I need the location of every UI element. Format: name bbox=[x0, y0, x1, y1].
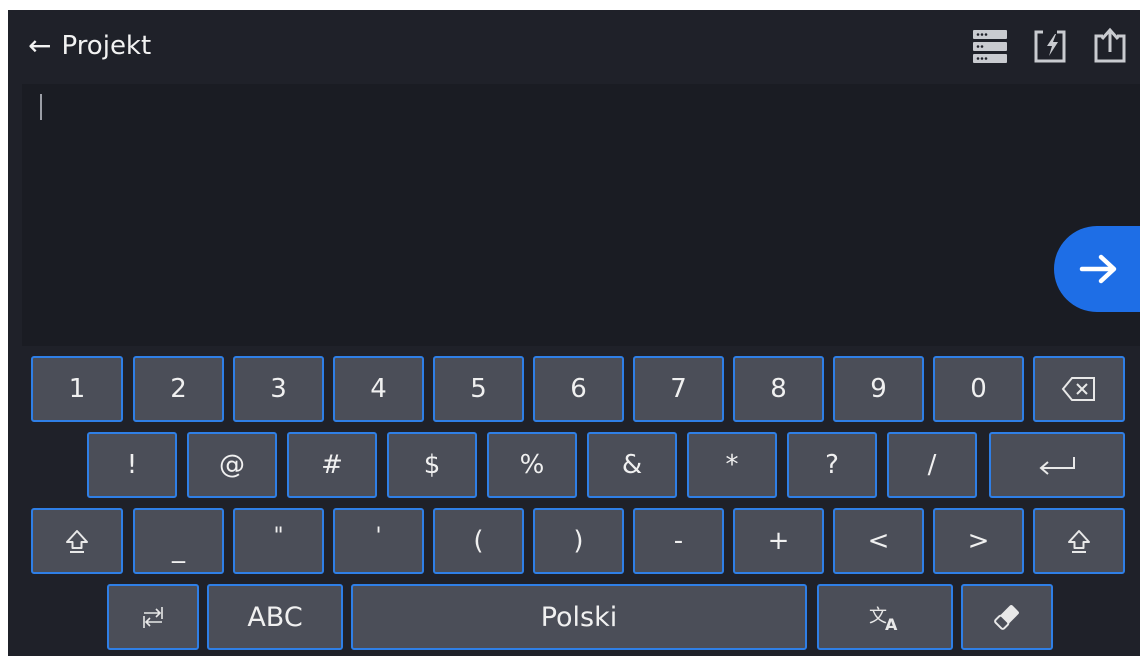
key-at[interactable]: @ bbox=[187, 432, 277, 498]
key-greater-than[interactable]: > bbox=[933, 508, 1024, 574]
back-arrow-icon: ← bbox=[28, 29, 52, 62]
key-6[interactable]: 6 bbox=[533, 356, 624, 422]
eraser-icon bbox=[994, 605, 1019, 630]
svg-text:A: A bbox=[885, 615, 898, 632]
database-list-icon[interactable] bbox=[970, 24, 1010, 68]
key-ampersand[interactable]: & bbox=[587, 432, 677, 498]
key-single-quote[interactable]: ' bbox=[333, 508, 424, 574]
app-screen: ← Projekt 1 2 3 4 5 6 7 8 9 0 ! @ # $ % … bbox=[8, 10, 1140, 656]
header-bar: ← Projekt bbox=[8, 10, 1140, 84]
confirm-arrow-icon bbox=[1079, 254, 1117, 284]
key-question[interactable]: ? bbox=[787, 432, 877, 498]
key-percent[interactable]: % bbox=[487, 432, 577, 498]
key-7[interactable]: 7 bbox=[633, 356, 724, 422]
key-double-quote[interactable]: " bbox=[233, 508, 324, 574]
abc-mode-key[interactable]: ABC bbox=[207, 584, 343, 650]
key-3[interactable]: 3 bbox=[233, 356, 324, 422]
key-hash[interactable]: # bbox=[287, 432, 377, 498]
page-title: Projekt bbox=[61, 31, 152, 61]
enter-icon bbox=[1039, 457, 1075, 475]
back-button[interactable]: ← Projekt bbox=[28, 24, 151, 68]
import-icon[interactable] bbox=[1030, 24, 1070, 68]
shift-key-right[interactable] bbox=[1033, 508, 1125, 574]
on-screen-keyboard: 1 2 3 4 5 6 7 8 9 0 ! @ # $ % & * ? / _ … bbox=[8, 346, 1140, 656]
enter-key[interactable] bbox=[989, 432, 1125, 498]
key-open-paren[interactable]: ( bbox=[433, 508, 524, 574]
key-close-paren[interactable]: ) bbox=[533, 508, 624, 574]
key-5[interactable]: 5 bbox=[433, 356, 524, 422]
language-key[interactable]: Polski bbox=[351, 584, 807, 650]
backspace-icon bbox=[1061, 377, 1095, 401]
key-1[interactable]: 1 bbox=[31, 356, 123, 422]
translate-icon: 文 A bbox=[869, 606, 898, 632]
shift-icon bbox=[66, 530, 88, 553]
export-icon[interactable] bbox=[1090, 24, 1130, 68]
text-cursor bbox=[40, 94, 42, 120]
confirm-button[interactable] bbox=[1054, 226, 1140, 312]
header-actions bbox=[970, 24, 1130, 68]
key-exclamation[interactable]: ! bbox=[87, 432, 177, 498]
key-underscore[interactable]: _ bbox=[133, 508, 224, 574]
key-minus[interactable]: - bbox=[633, 508, 724, 574]
key-4[interactable]: 4 bbox=[333, 356, 424, 422]
key-dollar[interactable]: $ bbox=[387, 432, 477, 498]
key-0[interactable]: 0 bbox=[933, 356, 1024, 422]
switch-keyboard-icon bbox=[143, 607, 163, 628]
shift-key-left[interactable] bbox=[31, 508, 123, 574]
key-asterisk[interactable]: * bbox=[687, 432, 777, 498]
key-8[interactable]: 8 bbox=[733, 356, 824, 422]
key-2[interactable]: 2 bbox=[133, 356, 224, 422]
translate-key[interactable]: 文 A bbox=[817, 584, 953, 650]
key-slash[interactable]: / bbox=[887, 432, 977, 498]
key-plus[interactable]: + bbox=[733, 508, 824, 574]
switch-keyboard-key[interactable] bbox=[107, 584, 199, 650]
shift-icon bbox=[1068, 530, 1090, 553]
key-9[interactable]: 9 bbox=[833, 356, 924, 422]
key-less-than[interactable]: < bbox=[833, 508, 924, 574]
clear-key[interactable] bbox=[961, 584, 1053, 650]
text-input-area[interactable] bbox=[22, 84, 1140, 346]
backspace-key[interactable] bbox=[1033, 356, 1125, 422]
